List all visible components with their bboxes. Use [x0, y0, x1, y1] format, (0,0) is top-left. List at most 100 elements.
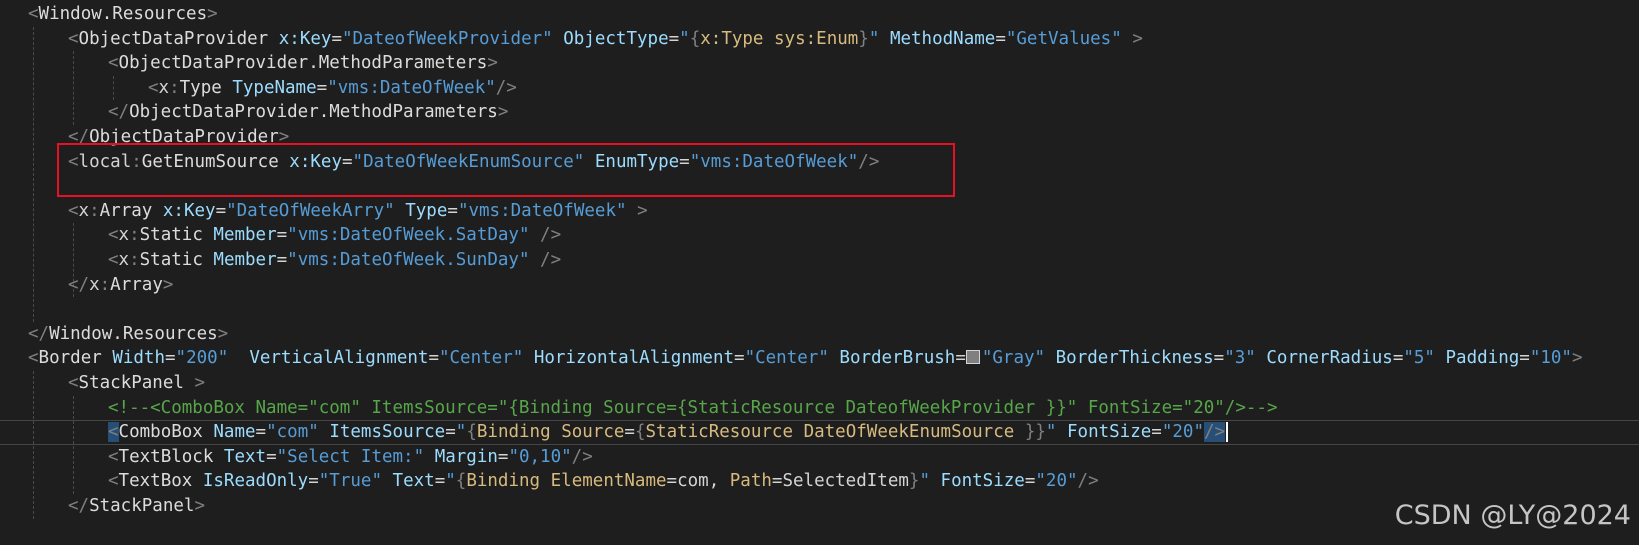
code-token: >: [162, 274, 174, 295]
code-line-3[interactable]: <ObjectDataProvider.MethodParameters>: [108, 51, 498, 76]
code-token: TypeName: [232, 77, 317, 98]
code-token: <: [68, 200, 79, 221]
code-line-14[interactable]: </Window.Resources>: [28, 322, 228, 347]
code-token: Name: [213, 422, 256, 443]
code-token: Padding: [1445, 348, 1520, 369]
code-line-17[interactable]: <!--<ComboBox Name="com" ItemsSource="{B…: [108, 396, 1277, 421]
code-token: HorizontalAlignment: [533, 348, 735, 369]
code-token: >: [207, 4, 218, 24]
code-token: }: [858, 28, 869, 49]
code-token: "com": [266, 422, 319, 443]
code-token: =: [316, 77, 328, 98]
code-token: TextBlock: [118, 446, 214, 467]
code-line-4[interactable]: <x:Type TypeName="vms:DateOfWeek"/>: [148, 76, 517, 101]
code-token: =com,: [666, 471, 730, 492]
code-token: "Center": [438, 348, 524, 369]
code-token: Window.Resources: [49, 323, 218, 344]
code-line-12[interactable]: </x:Array>: [68, 273, 173, 298]
code-line-19[interactable]: <TextBlock Text="Select Item:" Margin="0…: [108, 445, 593, 470]
code-token: Type: [179, 77, 222, 98]
code-token: =: [1213, 348, 1225, 369]
watermark: CSDN @LY@2024: [1394, 500, 1631, 531]
code-token: =: [276, 250, 288, 270]
code-token: =: [255, 422, 267, 443]
code-line-2[interactable]: <ObjectDataProvider x:Key="DateofWeekPro…: [68, 27, 1143, 52]
code-token: {: [689, 28, 701, 49]
code-line-9[interactable]: <x:Array x:Key="DateOfWeekArry" Type="vm…: [68, 199, 648, 224]
code-token: "3": [1224, 348, 1256, 369]
code-token: ObjectDataProvider: [78, 28, 269, 49]
code-token: >: [637, 200, 648, 221]
code-token: =: [434, 471, 446, 492]
code-token: ElementName: [550, 471, 667, 492]
code-line-10[interactable]: <x:Static Member="vms:DateOfWeek.SatDay"…: [108, 223, 561, 248]
code-token: x:Type: [700, 28, 764, 49]
code-token: TextBox: [118, 471, 193, 492]
code-token: CornerRadius: [1266, 348, 1393, 369]
code-token: ObjectDataProvider.MethodParameters: [118, 53, 488, 74]
code-token: <: [108, 225, 119, 246]
code-token: =: [215, 200, 227, 221]
code-token: FontSize: [1067, 422, 1152, 443]
code-token: =: [497, 446, 509, 467]
code-token: ": [868, 28, 880, 49]
code-line-5[interactable]: </ObjectDataProvider.MethodParameters>: [108, 100, 508, 125]
code-token: ItemsSource: [329, 422, 446, 443]
code-line-21[interactable]: </StackPanel>: [68, 494, 205, 519]
code-token: ": [1045, 422, 1057, 443]
code-token: <: [28, 348, 39, 369]
code-token: StaticResource: [645, 422, 794, 443]
code-token: Margin: [434, 446, 498, 467]
code-token: <: [108, 471, 119, 492]
code-token: FontSize: [940, 471, 1025, 492]
code-line-20[interactable]: <TextBox IsReadOnly="True" Text="{Bindin…: [108, 469, 1099, 494]
code-line-1[interactable]: <Window.Resources>: [28, 2, 218, 27]
code-token: "Center": [744, 348, 829, 369]
code-token: Window.Resources: [38, 4, 208, 24]
code-token: BorderThickness: [1055, 348, 1214, 369]
code-line-15[interactable]: <Border Width="200" VerticalAlignment="C…: [28, 346, 1583, 371]
code-token: />: [540, 250, 562, 270]
code-token: >: [1571, 348, 1583, 369]
code-token: >: [194, 496, 205, 516]
code-token: }: [908, 471, 920, 492]
code-token: />: [571, 446, 593, 467]
code-token: Array: [110, 274, 163, 295]
code-token: Text: [392, 471, 435, 492]
code-token: Path: [729, 471, 772, 492]
code-token: <: [108, 446, 119, 467]
code-token: "vms:DateOfWeek": [327, 77, 496, 98]
code-token: x:Key: [162, 200, 216, 221]
code-token: =: [734, 348, 745, 369]
code-token: x: [118, 225, 130, 246]
code-token: Text: [223, 446, 267, 467]
code-line-11[interactable]: <x:Static Member="vms:DateOfWeek.SunDay"…: [108, 248, 561, 273]
code-token: "GetValues": [1005, 28, 1122, 49]
code-editor[interactable]: <Window.Resources> <ObjectDataProvider x:…: [0, 0, 1639, 545]
code-token: Width: [112, 348, 165, 369]
code-token: DateOfWeekEnumSource: [803, 422, 1015, 443]
code-token: x: [89, 274, 100, 295]
code-token: ": [455, 422, 467, 443]
code-token: =: [331, 28, 342, 49]
code-token: "0,10": [508, 446, 572, 467]
code-line-16[interactable]: <StackPanel >: [68, 371, 205, 396]
code-token: VerticalAlignment: [249, 348, 429, 369]
code-line-18[interactable]: <ComboBox Name="com" ItemsSource="{Bindi…: [108, 420, 1226, 445]
code-token: Static: [139, 225, 203, 246]
code-token: "200": [175, 348, 229, 369]
code-token: Binding: [466, 471, 541, 492]
code-token: <: [108, 422, 119, 443]
